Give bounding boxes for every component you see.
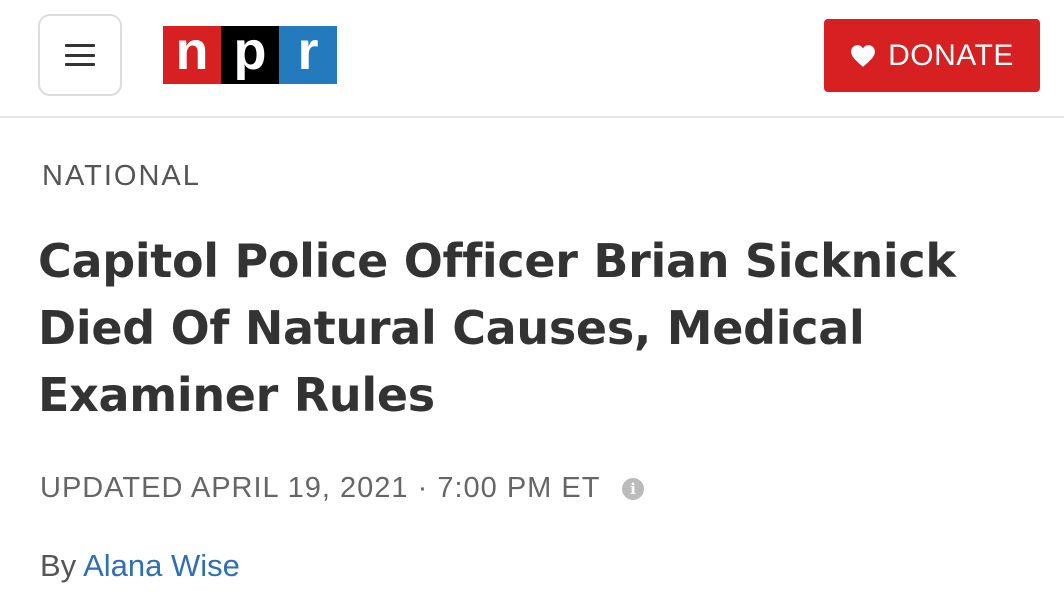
menu-button[interactable] — [38, 14, 122, 96]
npr-logo[interactable]: n p r — [163, 24, 337, 84]
site-header: n p r DONATE — [0, 0, 1064, 118]
article-headline: Capitol Police Officer Brian Sicknick Di… — [38, 234, 956, 422]
logo-letter-n: n — [163, 24, 221, 84]
updated-timestamp: UPDATED APRIL 19, 2021 · 7:00 PM ET — [40, 472, 601, 504]
byline: By Alana Wise — [40, 548, 240, 584]
info-icon[interactable]: i — [622, 477, 645, 500]
donate-button[interactable]: DONATE — [824, 19, 1040, 92]
logo-letter-p: p — [221, 24, 279, 84]
section-label[interactable]: NATIONAL — [42, 160, 201, 193]
author-link[interactable]: Alana Wise — [83, 548, 240, 583]
logo-letter-r: r — [279, 24, 337, 84]
byline-prefix: By — [40, 548, 84, 583]
donate-label: DONATE — [888, 38, 1014, 72]
dateline: UPDATED APRIL 19, 2021 · 7:00 PM ET i — [40, 472, 645, 505]
hamburger-menu-icon — [65, 44, 95, 66]
heart-icon — [851, 44, 876, 67]
